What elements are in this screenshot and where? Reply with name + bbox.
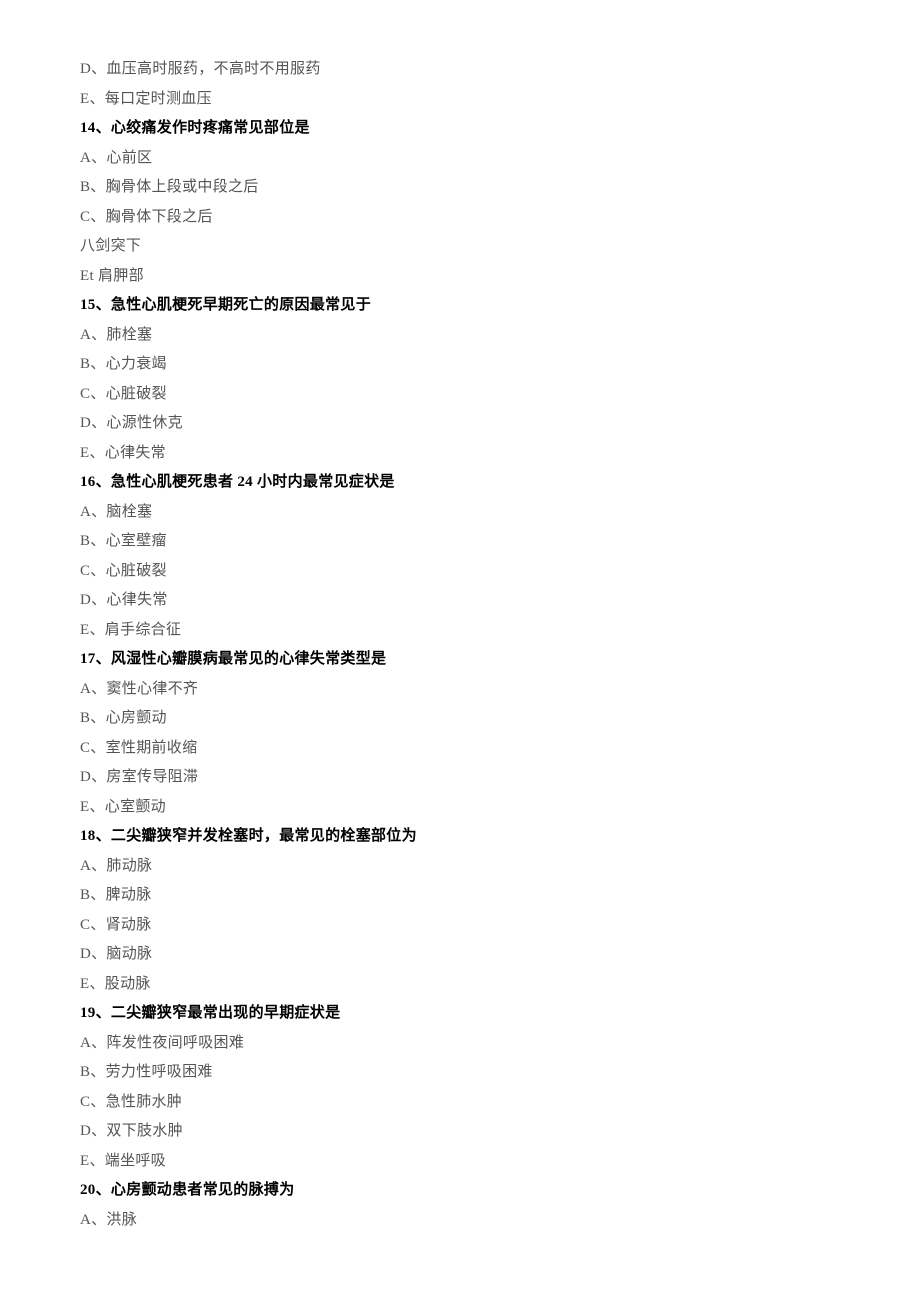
option-line: A、脑栓塞	[80, 505, 840, 520]
option-line: Et 肩胛部	[80, 269, 840, 284]
option-line: B、心室壁瘤	[80, 534, 840, 549]
option-line: B、心房颤动	[80, 711, 840, 726]
option-line: 八剑突下	[80, 239, 840, 254]
question-line: 20、心房颤动患者常见的脉搏为	[80, 1183, 840, 1198]
option-line: E、每口定时测血压	[80, 92, 840, 107]
option-line: E、心室颤动	[80, 800, 840, 815]
option-line: D、心源性休克	[80, 416, 840, 431]
option-line: A、肺栓塞	[80, 328, 840, 343]
option-line: C、室性期前收缩	[80, 741, 840, 756]
option-line: D、血压高时服药，不高时不用服药	[80, 62, 840, 77]
option-line: C、肾动脉	[80, 918, 840, 933]
option-line: D、心律失常	[80, 593, 840, 608]
option-line: D、房室传导阻滞	[80, 770, 840, 785]
option-line: A、心前区	[80, 151, 840, 166]
question-line: 16、急性心肌梗死患者 24 小时内最常见症状是	[80, 475, 840, 490]
option-line: B、劳力性呼吸困难	[80, 1065, 840, 1080]
option-line: D、双下肢水肿	[80, 1124, 840, 1139]
option-line: B、胸骨体上段或中段之后	[80, 180, 840, 195]
option-line: A、洪脉	[80, 1213, 840, 1228]
document-content: D、血压高时服药，不高时不用服药 E、每口定时测血压 14、心绞痛发作时疼痛常见部位…	[80, 62, 840, 1228]
option-line: E、肩手综合征	[80, 623, 840, 638]
question-line: 15、急性心肌梗死早期死亡的原因最常见于	[80, 298, 840, 313]
option-line: C、心脏破裂	[80, 387, 840, 402]
question-line: 17、风湿性心瓣膜病最常见的心律失常类型是	[80, 652, 840, 667]
option-line: B、心力衰竭	[80, 357, 840, 372]
option-line: A、肺动脉	[80, 859, 840, 874]
option-line: D、脑动脉	[80, 947, 840, 962]
question-line: 19、二尖瓣狭窄最常出现的早期症状是	[80, 1006, 840, 1021]
question-line: 18、二尖瓣狭窄并发栓塞时，最常见的栓塞部位为	[80, 829, 840, 844]
option-line: E、股动脉	[80, 977, 840, 992]
option-line: C、急性肺水肿	[80, 1095, 840, 1110]
question-line: 14、心绞痛发作时疼痛常见部位是	[80, 121, 840, 136]
option-line: C、胸骨体下段之后	[80, 210, 840, 225]
option-line: E、端坐呼吸	[80, 1154, 840, 1169]
option-line: A、阵发性夜间呼吸困难	[80, 1036, 840, 1051]
option-line: C、心脏破裂	[80, 564, 840, 579]
option-line: E、心律失常	[80, 446, 840, 461]
option-line: B、脾动脉	[80, 888, 840, 903]
option-line: A、窦性心律不齐	[80, 682, 840, 697]
